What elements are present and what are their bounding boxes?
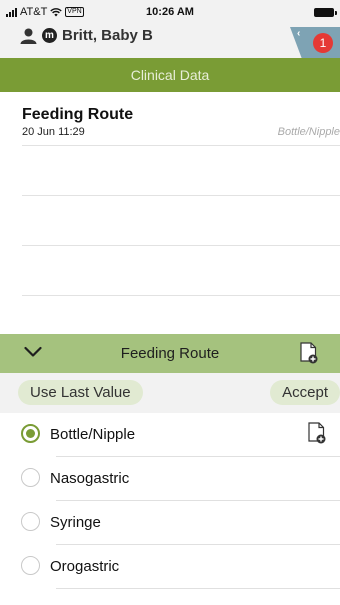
- radio-selected[interactable]: [21, 424, 40, 443]
- accept-button[interactable]: Accept: [270, 380, 340, 405]
- option-syringe[interactable]: Syringe: [0, 501, 340, 545]
- radio-unselected[interactable]: [21, 468, 40, 487]
- option-label: Syringe: [50, 514, 101, 531]
- record-card[interactable]: Feeding Route 20 Jun 11:29 Bottle/Nipple: [0, 92, 340, 334]
- option-orogastric[interactable]: Orogastric: [0, 545, 340, 589]
- option-label: Nasogastric: [50, 470, 130, 487]
- patient-banner[interactable]: m Britt, Baby B: [20, 27, 153, 44]
- divider: [22, 295, 340, 296]
- divider: [56, 588, 340, 589]
- record-value: Bottle/Nipple: [277, 126, 340, 138]
- section-title-bar: Clinical Data: [0, 58, 340, 92]
- radio-unselected[interactable]: [21, 556, 40, 575]
- editor-header: Feeding Route: [0, 334, 340, 373]
- alert-count-badge: 1: [313, 33, 333, 53]
- action-bar: Use Last Value Accept: [0, 373, 340, 413]
- editor-title: Feeding Route: [120, 345, 220, 362]
- person-icon: [20, 28, 37, 44]
- option-nasogastric[interactable]: Nasogastric: [0, 457, 340, 501]
- options-list: Bottle/Nipple Nasogastric Syringe Orogas…: [0, 413, 340, 589]
- option-label: Bottle/Nipple: [50, 426, 136, 443]
- document-add-icon[interactable]: [308, 422, 326, 444]
- document-add-icon[interactable]: [300, 342, 318, 364]
- radio-unselected[interactable]: [21, 512, 40, 531]
- patient-initial-badge: m: [42, 28, 57, 43]
- clock: 10:26 AM: [146, 6, 194, 18]
- battery-icon: [314, 8, 337, 17]
- divider: [22, 245, 340, 246]
- status-bar: AT&T VPN 10:26 AM: [0, 0, 340, 24]
- patient-name: Britt, Baby B: [62, 27, 153, 44]
- patient-header: AT&T VPN 10:26 AM m Britt, Baby B ‹ 1: [0, 0, 340, 61]
- chevron-left-icon: ‹: [297, 28, 301, 39]
- alerts-tab[interactable]: ‹ 1: [290, 25, 340, 61]
- option-label: Orogastric: [50, 558, 120, 575]
- divider: [22, 195, 340, 196]
- divider: [22, 145, 340, 146]
- record-title: Feeding Route: [22, 106, 134, 123]
- use-last-value-button[interactable]: Use Last Value: [18, 380, 143, 405]
- record-datetime: 20 Jun 11:29: [22, 126, 85, 138]
- option-bottle-nipple[interactable]: Bottle/Nipple: [0, 413, 340, 457]
